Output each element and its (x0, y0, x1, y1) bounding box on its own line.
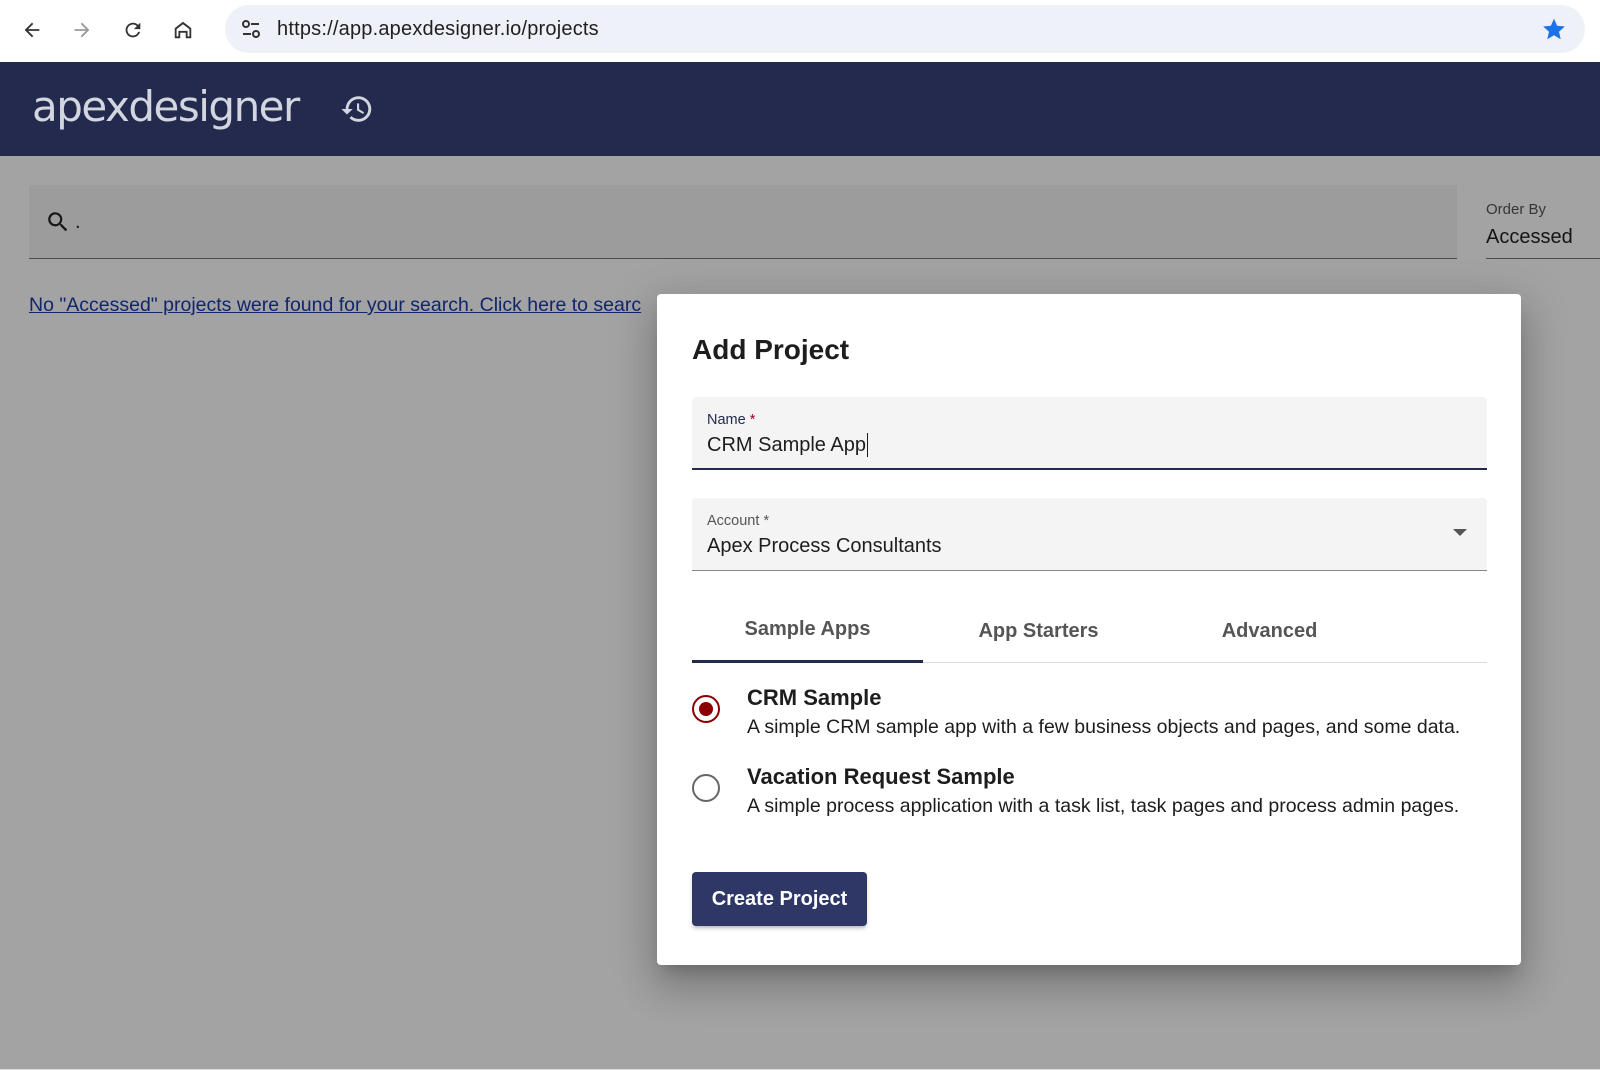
tab-app-starters[interactable]: App Starters (923, 599, 1154, 663)
history-icon[interactable] (340, 92, 374, 126)
tab-advanced[interactable]: Advanced (1154, 599, 1385, 663)
account-label-text: Account (707, 513, 760, 529)
account-required-mark: * (763, 513, 770, 529)
option-description: A simple CRM sample app with a few busin… (747, 716, 1461, 738)
option-description: A simple process application with a task… (747, 795, 1460, 817)
option-title: Vacation Request Sample (747, 764, 1015, 789)
text-cursor (867, 433, 868, 457)
name-field[interactable]: Name * (692, 397, 1487, 470)
account-value[interactable]: Apex Process Consultants (707, 535, 1407, 558)
reload-icon (125, 22, 141, 38)
create-project-button[interactable]: Create Project (692, 872, 867, 926)
app-header: apexdesigner (0, 62, 1600, 156)
forward-icon (74, 22, 90, 38)
dropdown-arrow-icon[interactable] (1453, 529, 1467, 536)
bookmark-star-icon[interactable] (1541, 16, 1567, 42)
tab-sample-apps[interactable]: Sample Apps (692, 599, 923, 663)
account-select[interactable]: Account * Apex Process Consultants (692, 498, 1487, 571)
browser-toolbar: https://app.apexdesigner.io/projects (0, 0, 1600, 62)
add-project-dialog: Add Project Name * Account * Apex Proces… (657, 294, 1521, 965)
radio-button-unchecked[interactable] (692, 774, 720, 802)
radio-dot (699, 702, 713, 716)
name-label-text: Name (707, 412, 746, 428)
name-field-label: Name * (707, 412, 755, 428)
back-icon (24, 22, 40, 38)
radio-button-checked[interactable] (692, 695, 720, 723)
forward-button[interactable] (66, 14, 98, 46)
home-icon (174, 21, 192, 39)
url-text[interactable]: https://app.apexdesigner.io/projects (277, 18, 599, 41)
account-field-label: Account * (707, 513, 769, 529)
dialog-title: Add Project (692, 334, 850, 365)
name-required-mark: * (749, 412, 756, 428)
home-button[interactable] (167, 14, 199, 46)
option-crm-sample[interactable]: CRM Sample A simple CRM sample app with … (692, 685, 1487, 751)
site-settings-icon[interactable] (239, 17, 263, 41)
reload-button[interactable] (117, 14, 149, 46)
back-button[interactable] (16, 14, 48, 46)
name-input[interactable] (707, 434, 1407, 457)
apexdesigner-logo[interactable]: apexdesigner (32, 82, 300, 131)
address-bar[interactable]: https://app.apexdesigner.io/projects (225, 5, 1585, 53)
option-title: CRM Sample (747, 685, 882, 710)
option-vacation-request-sample[interactable]: Vacation Request Sample A simple process… (692, 764, 1487, 830)
template-tabs: Sample Apps App Starters Advanced (692, 599, 1487, 663)
